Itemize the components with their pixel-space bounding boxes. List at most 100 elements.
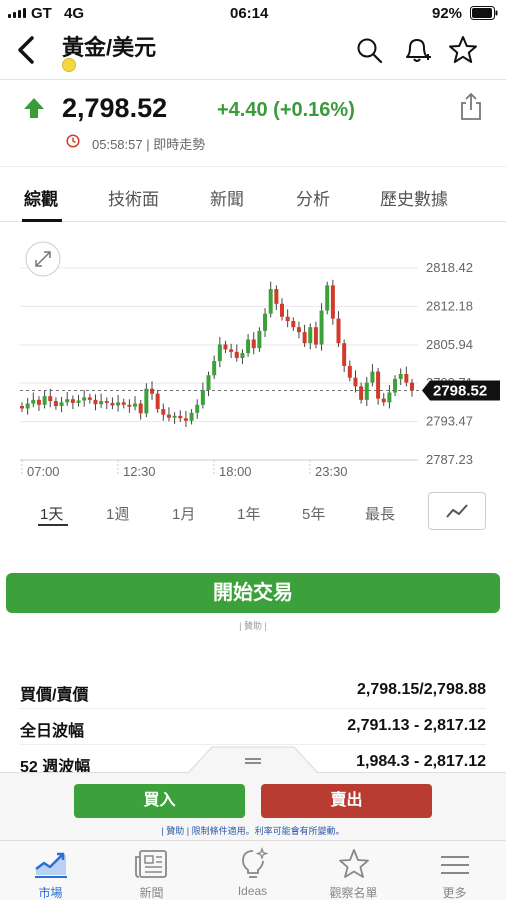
candlestick: [104, 397, 109, 410]
gold-coin-icon: [62, 58, 76, 72]
tab-news[interactable]: 新聞: [210, 185, 244, 210]
candlestick: [387, 385, 392, 409]
candlestick: [200, 382, 205, 409]
stat-label: 買價/賣價: [20, 687, 89, 704]
tab-overview[interactable]: 綜觀: [24, 185, 58, 210]
candlestick: [359, 382, 364, 404]
candlestick: [223, 340, 228, 354]
expand-chart-icon[interactable]: [25, 241, 61, 277]
range-max[interactable]: 最長: [365, 503, 395, 524]
buy-button[interactable]: 買入: [74, 784, 245, 818]
candlestick: [138, 399, 143, 420]
range-1-year[interactable]: 1年: [237, 503, 260, 524]
candlestick: [166, 407, 171, 422]
tabbar-label: 更多: [442, 886, 467, 900]
candlestick: [240, 349, 245, 365]
tabbar-label: 新聞: [139, 886, 164, 900]
battery-percent: 92%: [432, 5, 463, 22]
stat-row-day-range: 全日波幅 2,791.13 - 2,817.12: [20, 709, 486, 745]
candlestick: [206, 371, 211, 397]
range-5-year[interactable]: 5年: [302, 503, 325, 524]
page-title: 黃金/美元: [62, 35, 157, 60]
active-range-indicator: [38, 524, 68, 526]
share-icon[interactable]: [458, 92, 484, 122]
candlestick: [25, 398, 30, 415]
candlestick: [53, 397, 58, 410]
candlestick: [285, 309, 290, 328]
add-alert-bell-icon[interactable]: [402, 35, 432, 65]
tabbar-label: 市場: [38, 886, 63, 900]
range-1-day[interactable]: 1天: [40, 503, 63, 524]
tabbar-label: Ideas: [237, 884, 268, 898]
candlestick: [150, 381, 154, 400]
tabbar-item-ideas[interactable]: Ideas: [202, 841, 303, 900]
clock: 06:14: [230, 5, 269, 22]
up-arrow-icon: [24, 98, 44, 118]
stat-value: 1,984.3 - 2,817.12: [356, 753, 486, 770]
market-chart-icon: [35, 852, 67, 878]
tabbar-item-watchlist[interactable]: 觀察名單: [303, 841, 404, 900]
panel-drag-handle[interactable]: [188, 746, 318, 774]
y-tick-label: 2787.23: [426, 452, 473, 467]
back-icon[interactable]: [14, 34, 38, 66]
candlestick: [234, 344, 239, 362]
candlestick: [353, 370, 358, 393]
candlestick: [336, 311, 341, 347]
carrier-label: GT: [31, 5, 52, 22]
start-trading-button[interactable]: 開始交易: [6, 573, 500, 613]
status-bar: GT 4G 06:14 92%: [0, 0, 506, 26]
candlestick: [82, 390, 87, 407]
price-change: +4.40 (+0.16%): [217, 99, 355, 121]
candlestick: [133, 396, 138, 411]
stat-row-bid-ask: 買價/賣價 2,798.15/2,798.88: [20, 673, 486, 709]
candlestick: [313, 321, 318, 349]
watchlist-star-icon[interactable]: [448, 35, 478, 65]
candlestick: [342, 339, 347, 373]
candlestick: [302, 324, 307, 347]
tab-historical-data[interactable]: 歷史數據: [380, 185, 448, 210]
tabbar-item-news[interactable]: 新聞: [101, 841, 202, 900]
candlestick: [263, 308, 268, 338]
bottom-tab-bar: 市場 新聞 Ideas 觀察名單 更多: [0, 840, 506, 900]
search-icon[interactable]: [356, 37, 384, 65]
tab-analysis[interactable]: 分析: [296, 185, 330, 210]
candlestick: [393, 375, 398, 397]
candlestick: [70, 395, 75, 410]
candlestick: [48, 388, 53, 408]
candlestick: [127, 399, 132, 413]
tab-technical[interactable]: 技術面: [108, 185, 159, 210]
candlestick: [319, 303, 324, 351]
candlestick: [291, 317, 296, 331]
network-label: 4G: [64, 5, 85, 22]
x-tick-label: 18:00: [219, 464, 252, 479]
sell-button[interactable]: 賣出: [261, 784, 432, 818]
header: 黃金/美元: [0, 26, 506, 80]
stat-label: 全日波幅: [20, 723, 85, 740]
candlestick: [144, 383, 149, 418]
candlestick: [76, 394, 81, 407]
chart-type-button[interactable]: [428, 492, 486, 530]
y-tick-label: 2818.42: [426, 260, 473, 275]
candlestick: [325, 281, 330, 315]
price-chart[interactable]: 2818.422812.182805.942799.712793.472787.…: [0, 232, 506, 490]
tabbar-item-more[interactable]: 更多: [404, 841, 505, 900]
candlestick: [31, 392, 36, 408]
candlestick: [229, 343, 234, 358]
candlestick: [410, 378, 414, 397]
candlestick: [308, 323, 313, 350]
tabbar-label: 觀察名單: [329, 886, 378, 900]
candlestick: [20, 402, 24, 413]
x-tick-label: 23:30: [315, 464, 348, 479]
range-1-month[interactable]: 1月: [172, 503, 195, 524]
candlestick: [189, 409, 194, 425]
quote-time: 05:58:57 | 即時走勢: [92, 137, 206, 152]
candlestick: [121, 398, 126, 409]
clock-icon: [66, 134, 80, 148]
candlestick: [116, 394, 121, 412]
candlestick: [381, 393, 386, 407]
tabbar-item-markets[interactable]: 市場: [0, 841, 101, 900]
range-1-week[interactable]: 1週: [106, 503, 129, 524]
candlestick: [268, 281, 273, 318]
candlestick: [155, 390, 160, 413]
candlestick: [296, 321, 301, 339]
